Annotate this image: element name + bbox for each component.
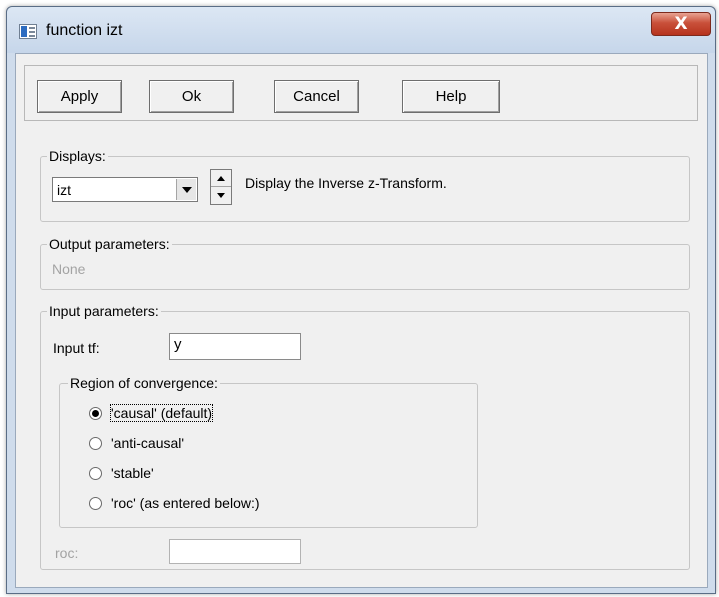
window-title: function izt (46, 22, 123, 39)
radio-button[interactable] (89, 466, 102, 480)
radio-button[interactable] (89, 406, 102, 420)
radio-label: 'anti-causal' (111, 435, 185, 451)
button-bar: Apply Ok Cancel Help (24, 65, 698, 121)
app-window-icon (19, 24, 37, 39)
displays-description: Display the Inverse z-Transform. (245, 175, 447, 191)
output-parameters-label: Output parameters: (47, 236, 172, 252)
cancel-button[interactable]: Cancel (274, 80, 359, 113)
region-of-convergence-label: Region of convergence: (68, 375, 220, 391)
radio-button[interactable] (89, 496, 102, 510)
radio-label: 'stable' (111, 465, 154, 481)
close-icon: X (674, 14, 688, 34)
input-parameters-group: Input parameters: Input tf: y Region of … (40, 303, 690, 570)
input-tf-label: Input tf: (53, 340, 100, 356)
roc-option-stable[interactable]: 'stable' (89, 464, 154, 482)
output-parameters-group: Output parameters: None (40, 236, 690, 290)
dropdown-arrow-icon[interactable] (176, 179, 196, 200)
dialog-window: function izt X Apply Ok Cancel Help Disp… (6, 6, 716, 594)
radio-label: 'roc' (as entered below:) (111, 495, 260, 511)
input-parameters-label: Input parameters: (47, 303, 161, 319)
roc-field[interactable] (169, 539, 301, 564)
radio-button[interactable] (89, 436, 102, 450)
help-button[interactable]: Help (402, 80, 500, 113)
displays-selected-value: izt (57, 182, 71, 198)
roc-option-causal[interactable]: 'causal' (default) (89, 404, 214, 422)
close-button[interactable]: X (651, 12, 711, 36)
displays-group: Displays: izt Display the Inverse z-Tran… (40, 148, 690, 222)
spin-up-icon[interactable] (211, 170, 231, 187)
dialog-body: Apply Ok Cancel Help Displays: izt Displ… (15, 53, 708, 588)
roc-option-roc[interactable]: 'roc' (as entered below:) (89, 494, 260, 512)
region-of-convergence-group: Region of convergence: 'causal' (default… (59, 375, 478, 528)
apply-button[interactable]: Apply (37, 80, 122, 113)
roc-label: roc: (55, 545, 79, 561)
roc-option-anti-causal[interactable]: 'anti-causal' (89, 434, 184, 452)
ok-button[interactable]: Ok (149, 80, 234, 113)
displays-label: Displays: (47, 148, 108, 164)
displays-select[interactable]: izt (52, 177, 198, 202)
title-bar[interactable]: function izt X (7, 7, 715, 53)
spin-down-icon[interactable] (211, 187, 231, 204)
radio-label: 'causal' (default) (109, 404, 214, 422)
output-parameters-value: None (52, 261, 86, 277)
displays-spinner[interactable] (210, 169, 232, 205)
input-tf-field[interactable]: y (169, 333, 301, 360)
